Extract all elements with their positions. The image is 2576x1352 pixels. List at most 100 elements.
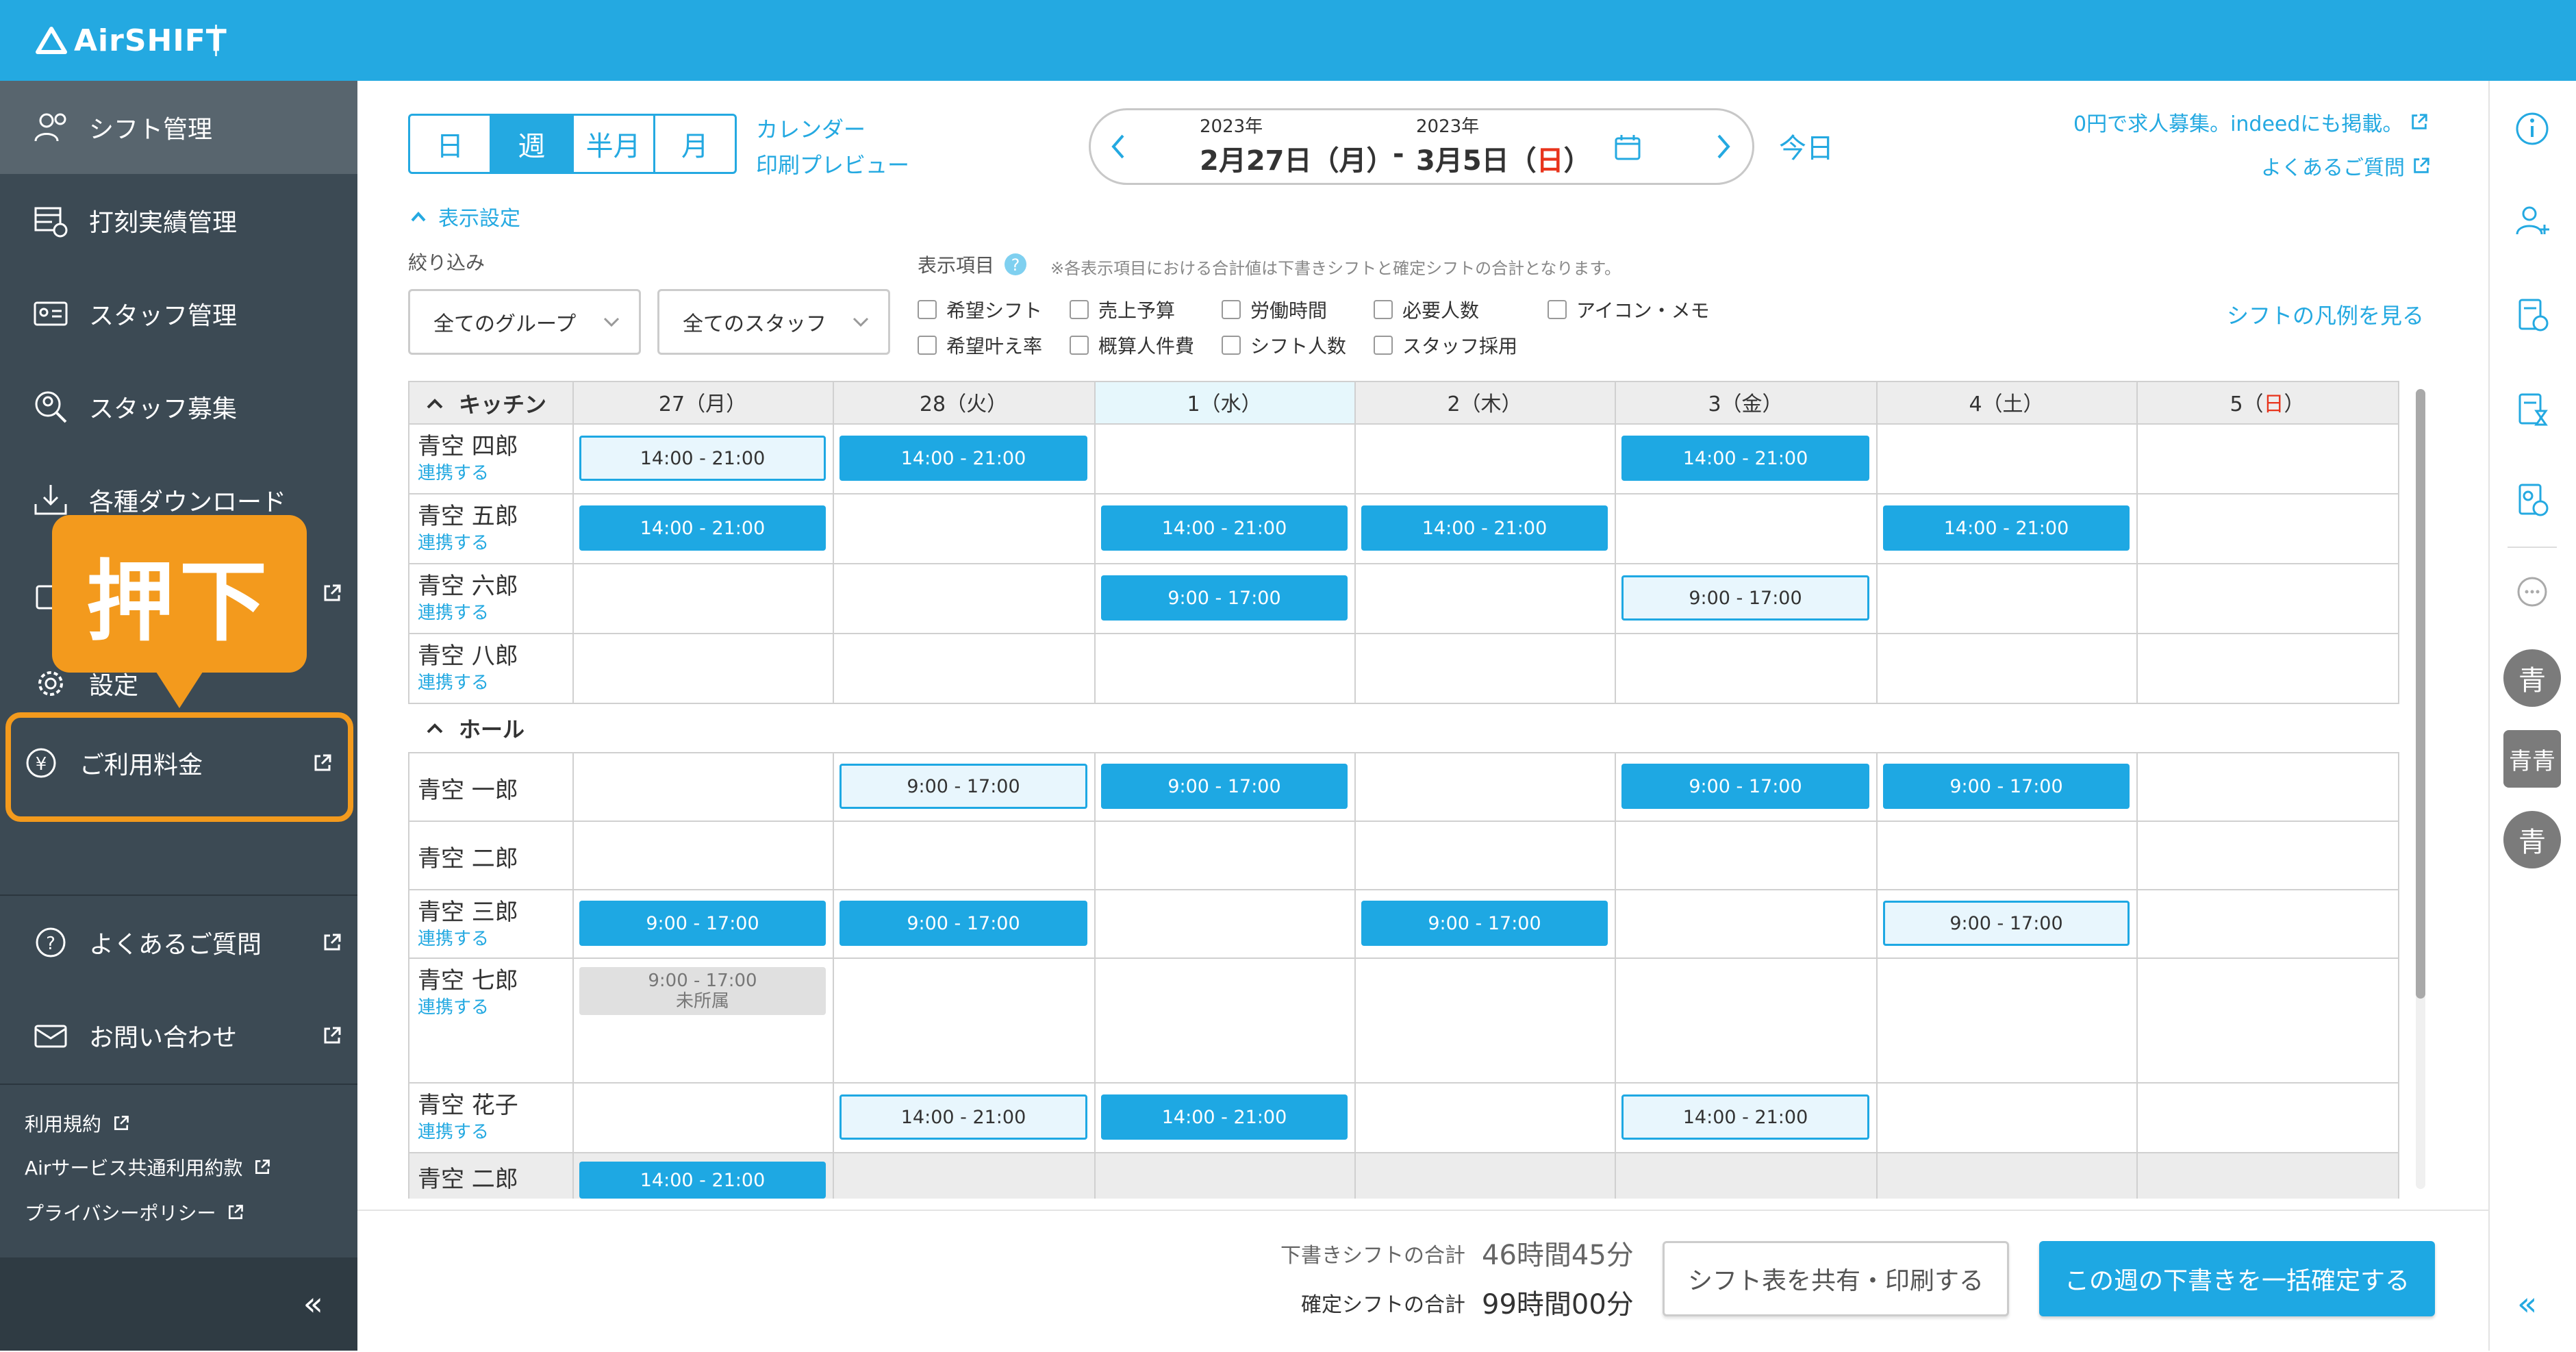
- confirmed-shift-block[interactable]: 9:00 - 17:00: [839, 901, 1087, 946]
- checkbox-desired-shift[interactable]: 希望シフト: [918, 296, 1042, 323]
- link-account-link[interactable]: 連携する: [418, 459, 489, 484]
- checkbox-work-hours[interactable]: 労働時間: [1222, 296, 1327, 323]
- question-icon: ?: [23, 915, 78, 970]
- staff-name[interactable]: 青空 一郎: [418, 771, 518, 805]
- confirmed-shift-block[interactable]: 9:00 - 17:00: [1101, 764, 1348, 809]
- confirmed-shift-block[interactable]: 14:00 - 21:00: [579, 1162, 826, 1199]
- document-check-icon[interactable]: [2508, 290, 2557, 340]
- segment-week[interactable]: 週: [492, 116, 574, 172]
- confirm-all-drafts-button[interactable]: この週の下書きを一括確定する: [2039, 1241, 2435, 1316]
- draft-shift-block[interactable]: 14:00 - 21:00: [839, 1094, 1087, 1140]
- sidebar-collapse-button[interactable]: «: [0, 1257, 357, 1351]
- common-terms-link[interactable]: Airサービス共通利用約款: [25, 1153, 271, 1181]
- draft-shift-block[interactable]: 14:00 - 21:00: [579, 436, 826, 481]
- faq-link[interactable]: よくあるご質問: [2261, 151, 2431, 181]
- prev-week-button[interactable]: [1107, 129, 1130, 164]
- confirmed-shift-block[interactable]: 14:00 - 21:00: [839, 436, 1087, 481]
- terms-link[interactable]: 利用規約: [25, 1110, 130, 1137]
- confirmed-shift-block[interactable]: 9:00 - 17:00: [579, 901, 826, 946]
- confirmed-shift-block[interactable]: 14:00 - 21:00: [579, 505, 826, 551]
- group-kitchen-header[interactable]: キッチン: [425, 388, 546, 419]
- staff-name[interactable]: 青空 花子: [418, 1086, 518, 1120]
- group-hall-header[interactable]: ホール: [425, 712, 525, 744]
- confirmed-shift-block[interactable]: 9:00 - 17:00: [1361, 901, 1608, 946]
- confirmed-shift-block[interactable]: 14:00 - 21:00: [1361, 505, 1608, 551]
- calendar-link[interactable]: カレンダー: [756, 112, 866, 144]
- staff-name[interactable]: 青空 三郎: [418, 893, 518, 927]
- confirmed-shift-block[interactable]: 9:00 - 17:00: [1883, 764, 2130, 809]
- staff-name[interactable]: 青空 四郎: [418, 427, 518, 461]
- grid-column-line: [833, 381, 834, 704]
- link-account-link[interactable]: 連携する: [418, 529, 489, 554]
- share-print-button[interactable]: シフト表を共有・印刷する: [1663, 1241, 2009, 1316]
- checkbox-staff-hiring[interactable]: スタッフ採用: [1374, 331, 1517, 359]
- sidebar-item-shift[interactable]: シフト管理: [0, 81, 357, 174]
- calendar-icon[interactable]: [1613, 133, 1642, 162]
- help-icon[interactable]: ?: [1004, 253, 1027, 276]
- sidebar-item-label: スタッフ募集: [89, 395, 238, 423]
- sidebar-item-contact[interactable]: お問い合わせ: [0, 989, 357, 1082]
- display-settings-toggle[interactable]: 表示設定: [409, 201, 520, 231]
- sidebar-item-recruit[interactable]: スタッフ募集: [0, 360, 357, 453]
- grid-row-line: [408, 633, 2398, 634]
- date-from: 2月27日（月）: [1200, 145, 1394, 177]
- link-account-link[interactable]: 連携する: [418, 1118, 489, 1143]
- today-button[interactable]: 今日: [1779, 126, 1834, 166]
- segment-half-month[interactable]: 半月: [574, 116, 655, 172]
- sidebar-item-staff[interactable]: スタッフ管理: [0, 267, 357, 360]
- staff-name[interactable]: 青空 二郎: [418, 840, 518, 873]
- draft-shift-block[interactable]: 14:00 - 21:00: [1621, 1094, 1869, 1140]
- sidebar-item-faq[interactable]: ? よくあるご質問: [0, 896, 357, 989]
- view-segment-control: 日 週 半月 月: [408, 114, 737, 174]
- segment-month[interactable]: 月: [655, 116, 735, 172]
- grid-scrollbar-thumb[interactable]: [2416, 389, 2425, 999]
- staff-name[interactable]: 青空 五郎: [418, 497, 518, 531]
- recruit-link[interactable]: 0円で求人募集。indeedにも掲載。: [2073, 107, 2429, 137]
- chat-icon[interactable]: [2508, 568, 2557, 618]
- staff-name[interactable]: 青空 二郎: [418, 1160, 518, 1194]
- print-preview-link[interactable]: 印刷プレビュー: [756, 148, 909, 179]
- airshift-logo[interactable]: AirSHIFT: [36, 16, 227, 64]
- draft-shift-block[interactable]: 9:00 - 17:00: [839, 764, 1087, 809]
- privacy-policy-link[interactable]: プライバシーポリシー: [25, 1199, 244, 1226]
- add-user-icon[interactable]: [2508, 196, 2557, 245]
- draft-shift-block[interactable]: 9:00 - 17:00: [1621, 575, 1869, 621]
- link-account-link[interactable]: 連携する: [418, 599, 489, 624]
- info-icon[interactable]: [2508, 104, 2557, 153]
- sidebar-item-timesheet[interactable]: 打刻実績管理: [0, 174, 357, 267]
- confirmed-shift-block[interactable]: 14:00 - 21:00: [1621, 436, 1869, 481]
- checkbox-sales-budget[interactable]: 売上予算: [1070, 296, 1175, 323]
- link-account-link[interactable]: 連携する: [418, 668, 489, 694]
- document-approve-icon[interactable]: [2508, 475, 2557, 525]
- confirmed-shift-block[interactable]: 14:00 - 21:00: [1883, 505, 2130, 551]
- avatar-group[interactable]: 青青: [2503, 730, 2561, 788]
- staff-select[interactable]: 全てのスタッフ: [657, 289, 890, 355]
- svg-text:?: ?: [1011, 255, 1020, 275]
- checkbox-required-staff[interactable]: 必要人数: [1374, 296, 1479, 323]
- rightbar-collapse-button[interactable]: «: [2517, 1285, 2537, 1323]
- avatar[interactable]: 青: [2503, 649, 2561, 707]
- shift-legend-link[interactable]: シフトの凡例を見る: [2227, 299, 2424, 330]
- display-items-label: 表示項目 ?: [918, 251, 1027, 278]
- unaffiliated-shift-block[interactable]: 9:00 - 17:00 未所属: [579, 967, 826, 1015]
- confirmed-shift-block[interactable]: 9:00 - 17:00: [1621, 764, 1869, 809]
- checkbox-icon-memo[interactable]: アイコン・メモ: [1548, 296, 1710, 323]
- group-select[interactable]: 全てのグループ: [408, 289, 641, 355]
- staff-name[interactable]: 青空 八郎: [418, 637, 518, 671]
- staff-name[interactable]: 青空 七郎: [418, 962, 518, 995]
- staff-name[interactable]: 青空 六郎: [418, 567, 518, 601]
- document-hourglass-icon[interactable]: [2508, 385, 2557, 434]
- confirmed-shift-block[interactable]: 9:00 - 17:00: [1101, 575, 1348, 621]
- checkbox-labor-cost[interactable]: 概算人件費: [1070, 331, 1194, 359]
- confirmed-shift-block[interactable]: 14:00 - 21:00: [1101, 1094, 1348, 1140]
- segment-day[interactable]: 日: [410, 116, 492, 172]
- confirmed-shift-block[interactable]: 14:00 - 21:00: [1101, 505, 1348, 551]
- next-week-button[interactable]: [1712, 129, 1735, 164]
- external-link-icon: [2414, 158, 2429, 173]
- checkbox-shift-count[interactable]: シフト人数: [1222, 331, 1346, 359]
- draft-shift-block[interactable]: 9:00 - 17:00: [1883, 901, 2130, 946]
- link-account-link[interactable]: 連携する: [418, 925, 489, 950]
- link-account-link[interactable]: 連携する: [418, 993, 489, 1018]
- avatar[interactable]: 青: [2503, 811, 2561, 868]
- checkbox-fulfillment-rate[interactable]: 希望叶え率: [918, 331, 1042, 359]
